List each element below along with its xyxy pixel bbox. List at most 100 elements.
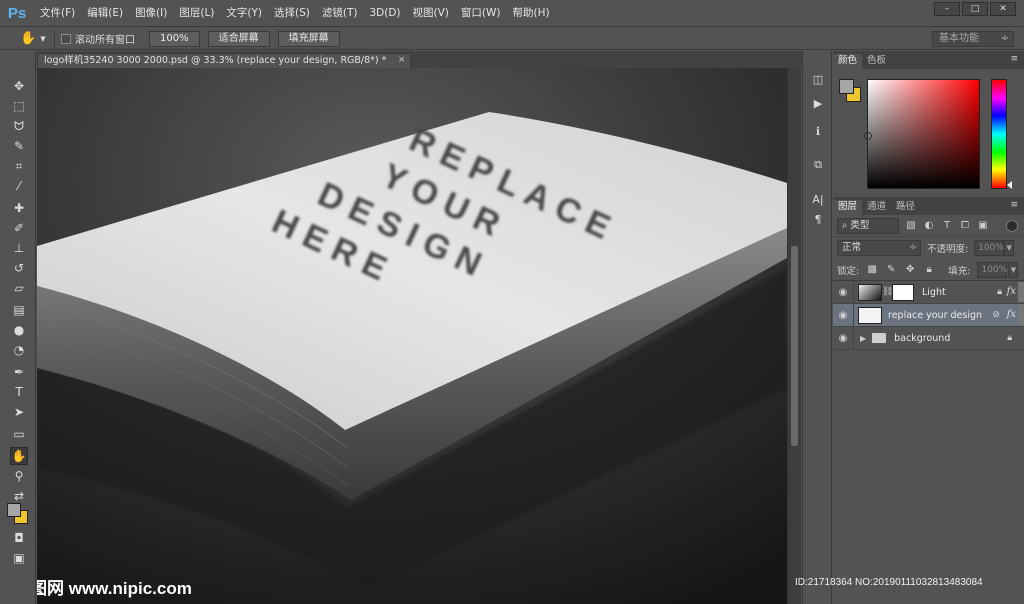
adjustment-filter-icon[interactable]: ◐ (923, 220, 935, 232)
path-select-tool-icon[interactable]: ➤ (10, 403, 28, 421)
layer-light[interactable]: ◉ ⛓ Light 🔒︎ fx (833, 280, 1024, 304)
menu-type[interactable]: 文字(Y) (220, 0, 268, 27)
shape-filter-icon[interactable]: ⧠ (959, 220, 971, 232)
layer-thumbnail[interactable] (858, 283, 882, 301)
close-button[interactable]: ✕ (990, 2, 1016, 16)
close-icon[interactable]: × (398, 54, 406, 67)
menu-select[interactable]: 选择(S) (268, 0, 316, 27)
eye-icon[interactable]: ◉ (833, 287, 853, 298)
tab-swatches[interactable]: 色板 (862, 54, 891, 69)
brush-tool-icon[interactable]: ✐ (10, 219, 28, 237)
quick-select-tool-icon[interactable]: ✎ (10, 137, 28, 155)
marquee-tool-icon[interactable]: ⬚ (10, 97, 28, 115)
move-tool-icon[interactable]: ✥ (10, 77, 28, 95)
color-picker-cursor[interactable] (864, 132, 872, 140)
lasso-tool-icon[interactable]: ᗢ (10, 117, 28, 135)
pixel-filter-icon[interactable]: ▧ (905, 220, 917, 232)
canvas[interactable]: REPLACE YOUR DESIGN HERE 昵图网 www.nipic.c… (37, 68, 787, 604)
character-icon[interactable]: A| (809, 191, 827, 207)
history-icon[interactable]: ◫ (809, 71, 827, 87)
layer-background[interactable]: ◉ ▶ background 🔒︎ (833, 326, 1024, 350)
panel-menu-icon[interactable]: ≡ (1010, 54, 1018, 64)
filter-toggle[interactable] (1006, 219, 1018, 232)
properties-icon[interactable]: ⧉ (809, 157, 827, 173)
opacity-input[interactable]: 100% (974, 240, 1005, 256)
chevron-down-icon[interactable]: ▼ (1008, 261, 1019, 278)
foreground-color-swatch[interactable] (839, 79, 854, 94)
layer-name[interactable]: replace your design (888, 310, 982, 321)
type-tool-icon[interactable]: T (10, 383, 28, 401)
scroll-all-windows-checkbox[interactable] (61, 33, 71, 44)
menu-image[interactable]: 图像(I) (129, 0, 173, 27)
fx-icon[interactable]: fx (1007, 309, 1016, 320)
healing-brush-tool-icon[interactable]: ✚ (10, 199, 28, 217)
fit-screen-button[interactable]: 适合屏幕 (207, 30, 270, 47)
tab-channels[interactable]: 通道 (862, 200, 891, 215)
lock-all-icon[interactable]: 🔒︎ (923, 264, 935, 276)
effects-toggle[interactable] (1018, 305, 1024, 325)
zoom-tool-icon[interactable]: ⚲ (10, 467, 28, 485)
tool-preset-picker[interactable]: ✋ ▼ (20, 31, 48, 46)
maximize-button[interactable]: □ (962, 2, 988, 16)
menu-help[interactable]: 帮助(H) (507, 0, 556, 27)
layer-mask-thumbnail[interactable] (892, 283, 914, 301)
foreground-color-swatch[interactable] (7, 503, 21, 517)
fill-input[interactable]: 100% (977, 261, 1008, 278)
layer-filter-select[interactable]: ⌕ 类型 (837, 217, 899, 234)
menu-view[interactable]: 视图(V) (407, 0, 455, 27)
chevron-right-icon[interactable]: ▶ (860, 334, 866, 343)
eyedropper-tool-icon[interactable]: ⁄ (10, 177, 28, 195)
type-filter-icon[interactable]: T (941, 220, 953, 232)
vertical-scrollbar[interactable] (787, 68, 801, 604)
info-icon[interactable]: ℹ (809, 123, 827, 139)
eraser-tool-icon[interactable]: ▱ (10, 279, 28, 297)
tab-color[interactable]: 颜色 (833, 54, 863, 69)
blend-mode-select[interactable]: 正常 (837, 240, 921, 256)
menu-window[interactable]: 窗口(W) (455, 0, 507, 27)
lock-transparency-icon[interactable]: ▩ (866, 264, 878, 276)
layer-name[interactable]: Light (922, 287, 946, 298)
stamp-tool-icon[interactable]: ⊥ (10, 239, 28, 257)
menu-filter[interactable]: 滤镜(T) (316, 0, 364, 27)
blur-tool-icon[interactable]: ● (10, 321, 28, 339)
panel-menu-icon[interactable]: ≡ (1010, 200, 1018, 210)
menu-layer[interactable]: 图层(L) (173, 0, 220, 27)
color-field[interactable] (867, 79, 980, 189)
tab-paths[interactable]: 路径 (891, 200, 920, 215)
eye-icon[interactable]: ◉ (833, 333, 853, 344)
screen-mode-icon[interactable]: ▣ (10, 549, 28, 567)
link-icon[interactable]: ⛓ (882, 287, 893, 297)
dodge-tool-icon[interactable]: ◔ (10, 341, 28, 359)
pen-tool-icon[interactable]: ✒ (10, 363, 28, 381)
fx-icon[interactable]: fx (1007, 286, 1016, 297)
chevron-down-icon[interactable]: ▼ (1004, 240, 1015, 256)
lock-pixels-icon[interactable]: ✎ (885, 264, 897, 276)
hand-tool-icon[interactable]: ✋ (10, 447, 28, 465)
gradient-tool-icon[interactable]: ▤ (10, 301, 28, 319)
menu-edit[interactable]: 编辑(E) (81, 0, 129, 27)
minimize-button[interactable]: – (934, 2, 960, 16)
menu-file[interactable]: 文件(F) (34, 0, 81, 27)
smart-object-filter-icon[interactable]: ▣ (977, 220, 989, 232)
menu-3d[interactable]: 3D(D) (363, 0, 406, 27)
effects-toggle[interactable] (1018, 282, 1024, 302)
history-brush-tool-icon[interactable]: ↺ (10, 259, 28, 277)
tab-layers[interactable]: 图层 (833, 200, 863, 215)
actions-play-icon[interactable]: ▶ (809, 95, 827, 111)
shape-tool-icon[interactable]: ▭ (10, 425, 28, 443)
scrollbar-thumb[interactable] (791, 246, 798, 446)
crop-tool-icon[interactable]: ⌗ (10, 157, 28, 175)
document-tab[interactable]: logo样机35240 3000 2000.psd @ 33.3% (repla… (37, 53, 412, 68)
layer-replace-your-design[interactable]: ◉ replace your design ⊘ fx (833, 303, 1024, 327)
workspace-select[interactable]: 基本功能 (932, 31, 1014, 47)
fill-screen-button[interactable]: 填充屏幕 (277, 30, 340, 47)
hue-slider[interactable] (991, 79, 1007, 189)
lock-position-icon[interactable]: ✥ (904, 264, 916, 276)
eye-icon[interactable]: ◉ (833, 310, 853, 321)
quick-mask-icon[interactable]: ◘ (10, 529, 28, 547)
zoom-100-button[interactable]: 100% (149, 30, 200, 47)
layer-name[interactable]: background (894, 333, 950, 344)
hue-slider-handle[interactable] (1007, 181, 1012, 189)
smart-object-thumbnail[interactable] (858, 306, 882, 324)
paragraph-icon[interactable]: ¶ (809, 211, 827, 227)
